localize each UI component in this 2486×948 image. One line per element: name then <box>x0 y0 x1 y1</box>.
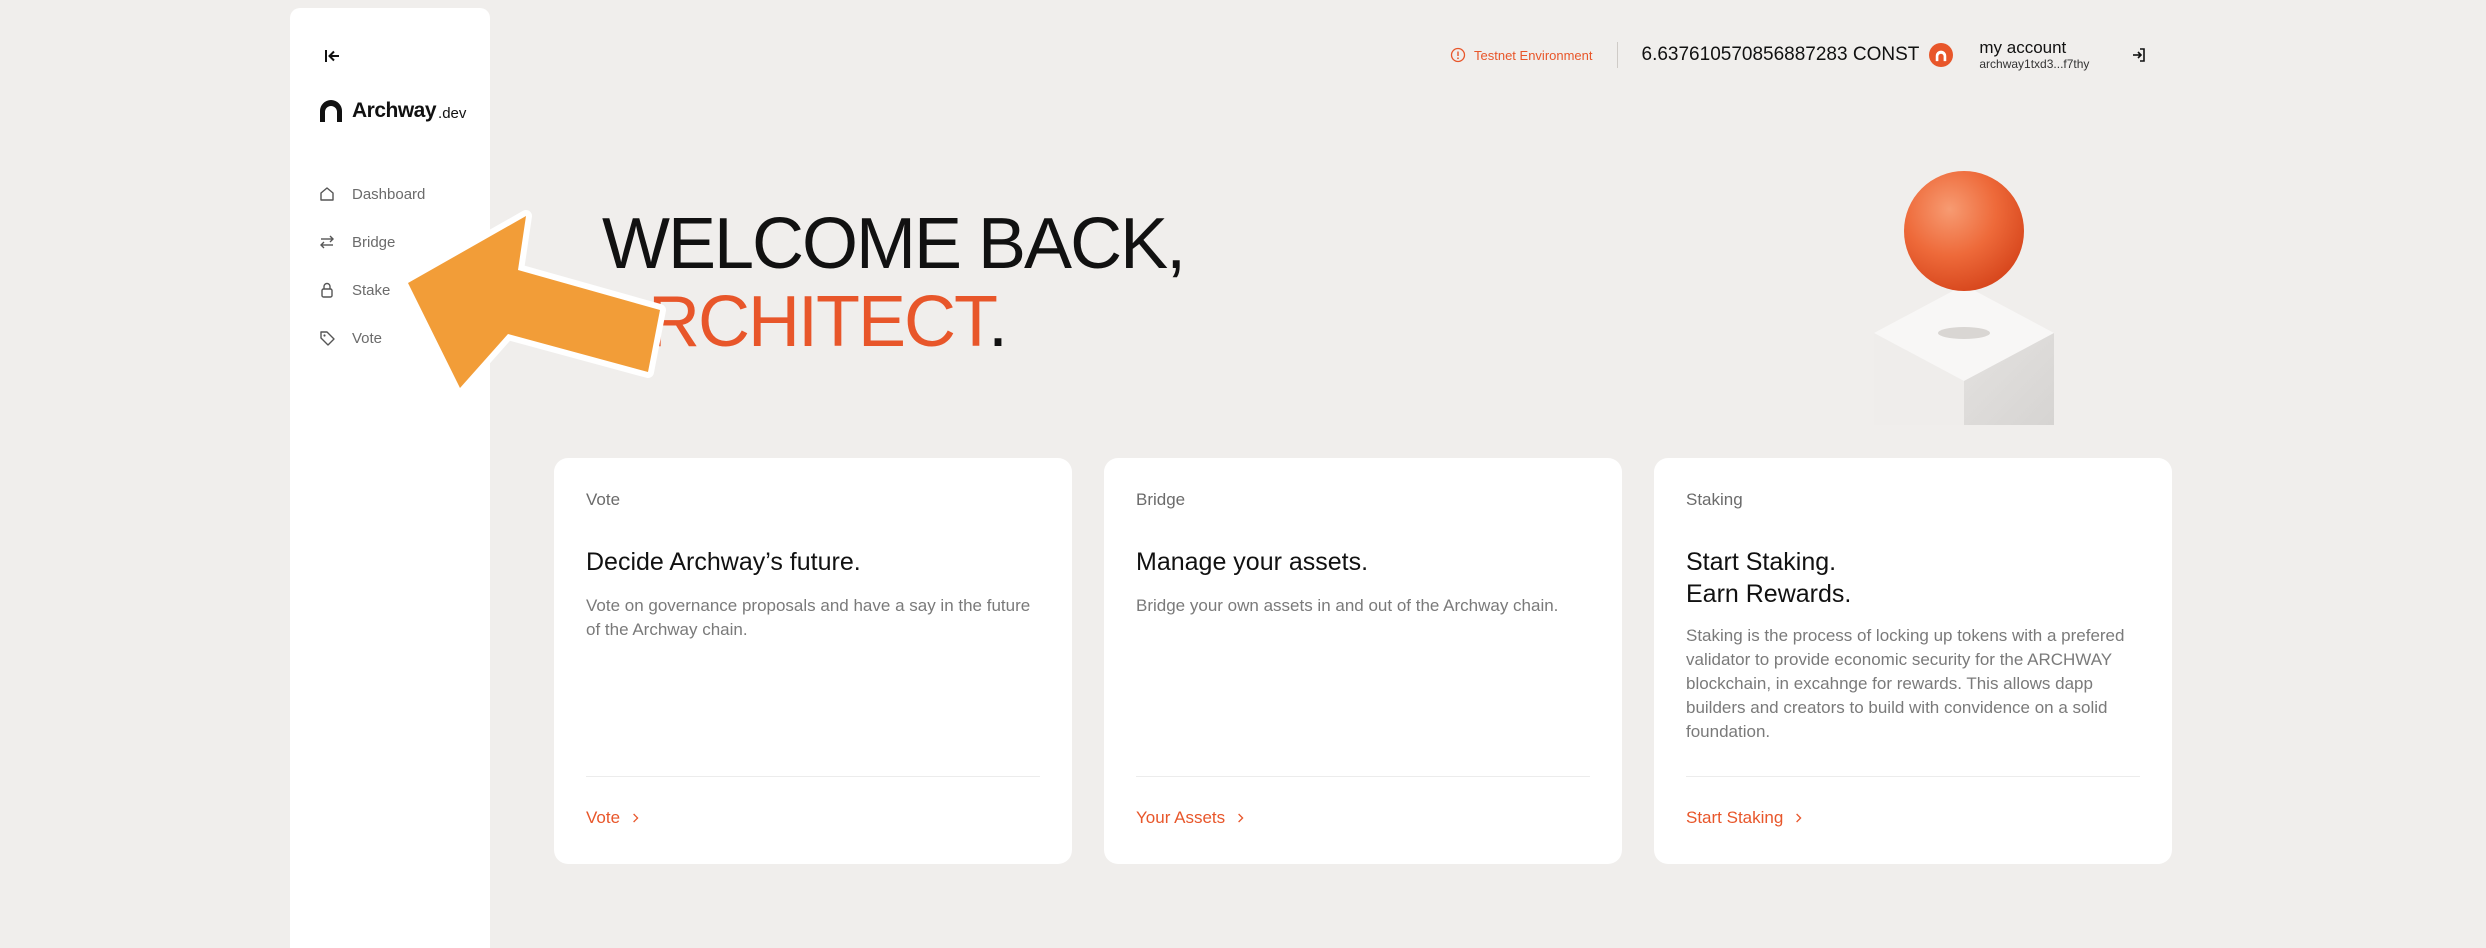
home-icon <box>320 187 334 201</box>
archway-logo-icon <box>320 100 342 122</box>
environment-badge: Testnet Environment <box>1450 47 1593 63</box>
bridge-card: Bridge Manage your assets. Bridge your o… <box>1104 458 1622 864</box>
tag-icon <box>320 331 335 346</box>
sphere-pedestal-illustration <box>1874 171 2054 425</box>
logout-icon <box>2133 48 2146 62</box>
wallet-balance: 6.637610570856887283 CONST <box>1642 43 1954 67</box>
card-link-label: Your Assets <box>1136 808 1226 827</box>
welcome-hero: WELCOME BACK, ARCHITECT. <box>602 204 1186 361</box>
welcome-heading: WELCOME BACK, <box>602 204 1186 284</box>
card-description: Vote on governance proposals and have a … <box>586 596 1031 639</box>
top-bar: Testnet Environment 6.637610570856887283… <box>1450 38 2149 72</box>
chevron-right-icon <box>1238 813 1244 823</box>
chevron-right-icon <box>1796 813 1802 823</box>
sidebar-item-label: Vote <box>352 329 383 347</box>
arrows-swap-icon <box>320 235 334 249</box>
environment-label: Testnet Environment <box>1474 47 1593 63</box>
header-divider <box>1616 42 1618 68</box>
sidebar-item-label: Bridge <box>352 233 396 251</box>
card-description: Bridge your own assets in and out of the… <box>1136 596 1559 615</box>
annotation-arrow-icon <box>404 210 666 394</box>
vote-card: Vote Decide Archway’s future. Vote on go… <box>554 458 1072 864</box>
sidebar: Archway .dev Dashboard Bridge Stake Vote <box>290 8 490 948</box>
sidebar-item-label: Stake <box>352 281 391 299</box>
account-address: archway1txd3...f7thy <box>1979 56 2090 71</box>
logout-button[interactable] <box>2129 45 2149 65</box>
collapse-sidebar-button[interactable] <box>320 44 344 68</box>
chevron-right-icon <box>633 813 639 823</box>
brand-logo[interactable]: Archway .dev <box>318 98 466 124</box>
card-title: Start Staking. Earn Rewards. <box>1686 546 2140 610</box>
heading-period: . <box>988 282 1008 362</box>
card-eyebrow: Bridge <box>1136 490 1186 509</box>
card-link-label: Start Staking <box>1686 808 1784 827</box>
brand-name: Archway <box>352 99 437 122</box>
card-title: Decide Archway’s future. <box>586 548 861 576</box>
sidebar-item-label: Dashboard <box>352 185 426 203</box>
card-divider <box>586 776 1040 777</box>
welcome-subheading: ARCHITECT. <box>602 283 1184 361</box>
card-title: Manage your assets. <box>1136 548 1369 576</box>
balance-amount: 6.637610570856887283 CONST <box>1641 44 1920 65</box>
card-title-line: Earn Rewards. <box>1686 580 1852 608</box>
brand-suffix: .dev <box>438 104 467 122</box>
card-eyebrow: Vote <box>586 490 621 509</box>
account-info[interactable]: my account archway1txd3...f7thy <box>1979 38 2089 71</box>
start-staking-link[interactable]: Start Staking <box>1686 808 1803 828</box>
card-title-line: Start Staking. <box>1686 548 1837 576</box>
card-divider <box>1136 776 1590 777</box>
card-divider <box>1686 776 2140 777</box>
account-label: my account <box>1979 38 2067 58</box>
warning-circle-icon <box>1450 47 1466 63</box>
your-assets-link[interactable]: Your Assets <box>1136 808 1245 828</box>
archway-token-icon <box>1929 43 1954 67</box>
lock-icon <box>321 282 333 298</box>
card-link-label: Vote <box>586 808 621 827</box>
card-eyebrow: Staking <box>1686 490 1743 509</box>
collapse-left-icon <box>325 50 339 62</box>
vote-link[interactable]: Vote <box>586 808 640 828</box>
card-description: Staking is the process of locking up tok… <box>1686 626 2125 741</box>
staking-card: Staking Start Staking. Earn Rewards. Sta… <box>1654 458 2172 864</box>
